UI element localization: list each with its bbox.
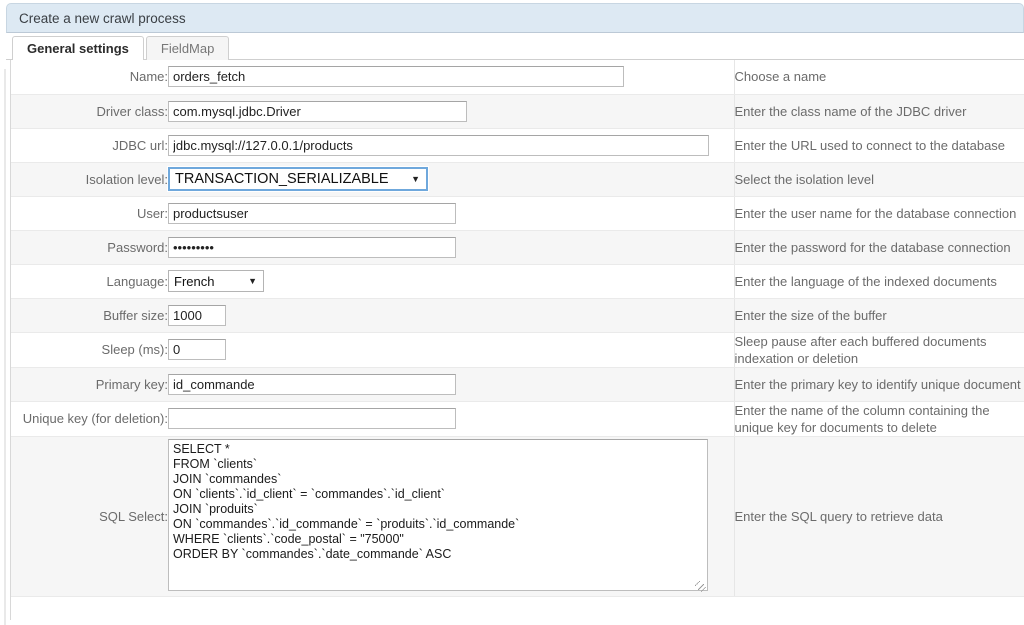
label-driver-class: Driver class: — [11, 94, 168, 129]
table-row: Unique key (for deletion): Enter the nam… — [11, 401, 1024, 437]
tab-general-settings[interactable]: General settings — [12, 36, 144, 60]
help-name: Choose a name — [734, 60, 1024, 95]
help-primary-key: Enter the primary key to identify unique… — [734, 367, 1024, 402]
crawl-process-dialog: Create a new crawl process General setti… — [0, 3, 1024, 625]
label-buffer-size: Buffer size: — [11, 298, 168, 333]
label-isolation-level: Isolation level: — [11, 162, 168, 197]
page-title: Create a new crawl process — [19, 10, 186, 26]
table-row: Name: Choose a name — [11, 60, 1024, 95]
help-unique-key: Enter the name of the column containing … — [734, 401, 1024, 437]
password-input[interactable] — [168, 236, 456, 258]
table-row: Primary key: Enter the primary key to id… — [11, 367, 1024, 402]
panel-left-rail — [4, 69, 6, 625]
help-jdbc-url: Enter the URL used to connect to the dat… — [734, 128, 1024, 163]
tab-fieldmap-label: FieldMap — [160, 41, 215, 56]
label-unique-key: Unique key (for deletion): — [11, 401, 168, 437]
table-row: User: Enter the user name for the databa… — [11, 196, 1024, 231]
label-user: User: — [11, 196, 168, 231]
help-sql-select: Enter the SQL query to retrieve data — [734, 436, 1024, 597]
help-user: Enter the user name for the database con… — [734, 196, 1024, 231]
sleep-input[interactable] — [168, 339, 226, 360]
chevron-down-icon: ▼ — [248, 275, 257, 286]
unique-key-input[interactable] — [168, 408, 456, 429]
driver-class-input[interactable] — [168, 100, 467, 122]
primary-key-input[interactable] — [168, 373, 456, 395]
table-row: Password: Enter the password for the dat… — [11, 230, 1024, 265]
tab-bar: General settings FieldMap — [6, 33, 1024, 60]
table-row: Language: French ▼ Enter the language of… — [11, 264, 1024, 299]
label-sql-select: SQL Select: — [11, 436, 168, 597]
settings-table: Name: Choose a name Driver class: Enter … — [11, 60, 1024, 597]
user-input[interactable] — [168, 202, 456, 224]
settings-form: Name: Choose a name Driver class: Enter … — [10, 60, 1024, 620]
name-input[interactable] — [168, 66, 624, 88]
table-row: SQL Select: SELECT * FROM `clients` JOIN… — [11, 436, 1024, 597]
tab-general-settings-label: General settings — [27, 41, 129, 56]
label-name: Name: — [11, 60, 168, 95]
table-row: Sleep (ms): Sleep pause after each buffe… — [11, 332, 1024, 368]
table-row: Buffer size: Enter the size of the buffe… — [11, 298, 1024, 333]
label-jdbc-url: JDBC url: — [11, 128, 168, 163]
buffer-size-input[interactable] — [168, 304, 226, 326]
table-row: Driver class: Enter the class name of th… — [11, 94, 1024, 129]
help-buffer-size: Enter the size of the buffer — [734, 298, 1024, 333]
chevron-down-icon: ▼ — [411, 173, 420, 184]
sql-select-textarea[interactable]: SELECT * FROM `clients` JOIN `commandes`… — [168, 438, 708, 591]
tab-fieldmap[interactable]: FieldMap — [145, 36, 230, 60]
label-sleep: Sleep (ms): — [11, 332, 168, 368]
help-isolation-level: Select the isolation level — [734, 162, 1024, 197]
help-sleep: Sleep pause after each buffered document… — [734, 332, 1024, 368]
label-primary-key: Primary key: — [11, 367, 168, 402]
help-driver-class: Enter the class name of the JDBC driver — [734, 94, 1024, 129]
isolation-level-value: TRANSACTION_SERIALIZABLE — [175, 171, 389, 187]
table-row: JDBC url: Enter the URL used to connect … — [11, 128, 1024, 163]
help-language: Enter the language of the indexed docume… — [734, 264, 1024, 299]
label-language: Language: — [11, 264, 168, 299]
language-select[interactable]: French ▼ — [168, 270, 264, 292]
label-password: Password: — [11, 230, 168, 265]
jdbc-url-input[interactable] — [168, 134, 709, 156]
help-password: Enter the password for the database conn… — [734, 230, 1024, 265]
sql-textarea-wrapper: SELECT * FROM `clients` JOIN `commandes`… — [168, 438, 708, 594]
isolation-level-select[interactable]: TRANSACTION_SERIALIZABLE ▼ — [167, 166, 429, 192]
language-value: French — [174, 273, 215, 289]
dialog-title-bar: Create a new crawl process — [6, 3, 1024, 33]
table-row: Isolation level: TRANSACTION_SERIALIZABL… — [11, 162, 1024, 197]
